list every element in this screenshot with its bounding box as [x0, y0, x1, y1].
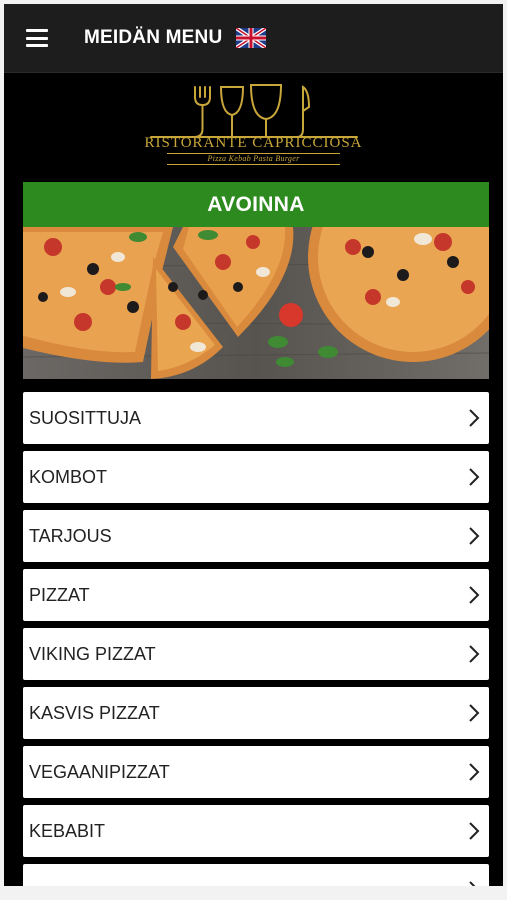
menu-item-label: VIKING PIZZAT	[29, 643, 156, 664]
menu-item-partial[interactable]	[23, 864, 489, 886]
menu-item-label: KOMBOT	[29, 466, 108, 487]
chevron-right-icon	[469, 704, 480, 722]
pizza-hero-image	[23, 227, 489, 379]
chevron-right-icon	[469, 881, 476, 886]
menu-item-viking-pizzat[interactable]: VIKING PIZZAT	[23, 628, 489, 680]
menu-item-label: SUOSITTUJA	[29, 407, 142, 428]
menu-item-label: KEBABIT	[29, 820, 106, 841]
menu-item-label: KASVIS PIZZAT	[29, 702, 160, 723]
menu-item-label: PIZZAT	[29, 584, 90, 605]
restaurant-logo-emblem	[149, 84, 358, 138]
chevron-right-icon	[469, 468, 480, 486]
menu-item-label: VEGAANIPIZZAT	[29, 761, 170, 782]
app-screen: MEIDÄN MENU RISTORANTE CAPRICCIOSA Pizza…	[4, 4, 503, 886]
menu-item-tarjous[interactable]: TARJOUS	[23, 510, 489, 562]
menu-item-pizzat[interactable]: PIZZAT	[23, 569, 489, 621]
menu-category-list: SUOSITTUJA KOMBOT TARJOUS PIZZAT VIKING …	[23, 392, 489, 886]
pizza-image	[23, 227, 489, 379]
chevron-right-icon	[469, 527, 480, 545]
uk-flag-icon[interactable]	[236, 28, 267, 48]
menu-item-vegaanipizzat[interactable]: VEGAANIPIZZAT	[23, 746, 489, 798]
chevron-right-icon	[469, 409, 480, 427]
open-status-banner: AVOINNA	[23, 182, 489, 227]
menu-item-kebabit[interactable]: KEBABIT	[23, 805, 489, 857]
chevron-right-icon	[469, 645, 480, 663]
page-title: MEIDÄN MENU	[84, 27, 223, 48]
chevron-right-icon	[469, 822, 480, 840]
menu-item-label: TARJOUS	[29, 525, 112, 546]
chevron-right-icon	[469, 586, 480, 604]
hamburger-menu-icon[interactable]	[26, 29, 48, 47]
menu-item-suosittuja[interactable]: SUOSITTUJA	[23, 392, 489, 444]
restaurant-logo: RISTORANTE CAPRICCIOSA Pizza Kebab Pasta…	[4, 73, 503, 183]
restaurant-tagline: Pizza Kebab Pasta Burger	[167, 153, 340, 165]
restaurant-name: RISTORANTE CAPRICCIOSA	[144, 135, 363, 151]
menu-item-kombot[interactable]: KOMBOT	[23, 451, 489, 503]
top-bar: MEIDÄN MENU	[4, 4, 503, 73]
menu-item-kasvis-pizzat[interactable]: KASVIS PIZZAT	[23, 687, 489, 739]
chevron-right-icon	[469, 763, 480, 781]
